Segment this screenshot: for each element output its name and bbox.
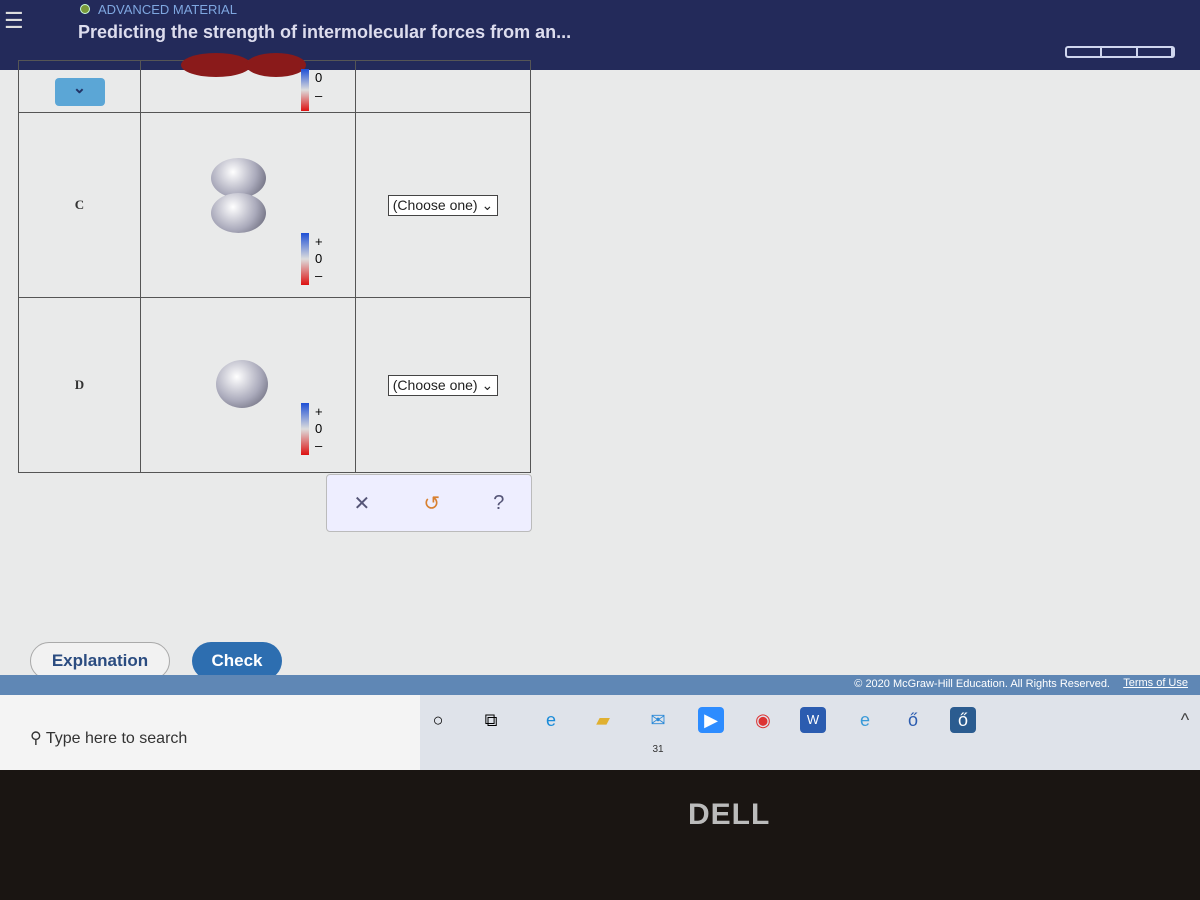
table-row: ⌄ 0– [18,53,531,113]
chrome-icon[interactable]: ◉ [750,707,776,733]
taskbar: ⚲ Type here to search ○ ⧉ e ▰ ✉31 ▶ ◉ W … [0,695,1200,770]
zoom-icon[interactable]: ▶ [698,707,724,733]
scale-label: 0 [315,251,323,266]
breadcrumb-text: ADVANCED MATERIAL [98,2,237,17]
clear-icon[interactable]: ✕ [354,491,371,516]
app-icon[interactable]: ő [900,707,926,733]
scale-label: + [315,234,323,249]
molecule-image [211,158,266,198]
force-select-c[interactable]: (Choose one) ⌄ [387,194,499,216]
copyright: © 2020 McGraw-Hill Education. All Rights… [854,678,1110,690]
search-placeholder: Type here to search [45,730,188,747]
molecule-image [211,193,266,233]
scale-label: 0 [315,70,323,85]
menu-icon[interactable]: ☰ [4,8,26,34]
chevron-down-icon: ⌄ [481,376,494,393]
scale-label: 0 [315,421,323,436]
answer-cell [355,60,531,113]
scale-label: + [315,404,323,419]
task-view-icon[interactable]: ⧉ [478,707,504,733]
expand-button[interactable]: ⌄ [54,77,105,106]
word-icon[interactable]: W [800,707,826,733]
search-icon: ⚲ [30,730,42,747]
chevron-down-icon: ⌄ [481,196,494,213]
row-label: C [18,112,141,298]
cortana-icon[interactable]: ○ [425,707,451,733]
molecule-image [181,53,251,77]
select-value: (Choose one) [392,376,478,393]
chevron-up-icon[interactable]: ^ [1172,707,1198,733]
answer-tools: ✕ ↺ ? [326,474,532,532]
molecule-cell: 0– [140,53,356,113]
file-explorer-icon[interactable]: ▰ [590,707,616,733]
internet-explorer-icon[interactable]: e [852,707,878,733]
table-row: D +0 – (Choose one) ⌄ [18,297,531,473]
dell-logo: DELL [688,798,771,831]
molecule-image [246,53,306,77]
mail-icon[interactable]: ✉31 [645,707,671,755]
scale-label: – [315,88,323,103]
mail-badge: 31 [652,744,664,755]
force-select-d[interactable]: (Choose one) ⌄ [387,374,499,396]
scale-label: – [315,268,323,283]
charge-scale: +0 – [301,403,335,455]
select-value: (Choose one) [392,196,478,213]
row-label: ⌄ [18,60,141,113]
scale-label: – [315,438,323,453]
screen: ☰ ADVANCED MATERIAL Predicting the stren… [0,0,1200,770]
molecule-image [216,360,268,408]
footer: © 2020 McGraw-Hill Education. All Rights… [0,675,1200,695]
molecule-cell: +0 – [140,297,356,473]
help-icon[interactable]: ? [493,492,504,515]
row-label: D [18,297,141,473]
status-dot-icon [80,4,90,14]
page-title: Predicting the strength of intermolecula… [78,22,572,42]
charge-scale: +0 – [301,233,335,285]
progress-indicator [1065,46,1175,58]
answer-cell: (Choose one) ⌄ [355,112,531,298]
undo-icon[interactable]: ↺ [423,491,440,516]
molecule-cell: +0 – [140,112,356,298]
app-icon[interactable]: ő [950,707,976,733]
breadcrumb: ADVANCED MATERIAL [80,2,237,17]
charge-scale: 0– [301,69,335,111]
table-row: C +0 – (Choose one) ⌄ [18,112,531,298]
answer-cell: (Choose one) ⌄ [355,297,531,473]
edge-icon[interactable]: e [538,707,564,733]
terms-link[interactable]: Terms of Use [1123,677,1188,689]
molecule-table: ⌄ 0– C +0– (Choose one) ⌄ D +0– (Choose … [18,53,531,473]
taskbar-search[interactable]: ⚲ Type here to search [0,695,420,770]
